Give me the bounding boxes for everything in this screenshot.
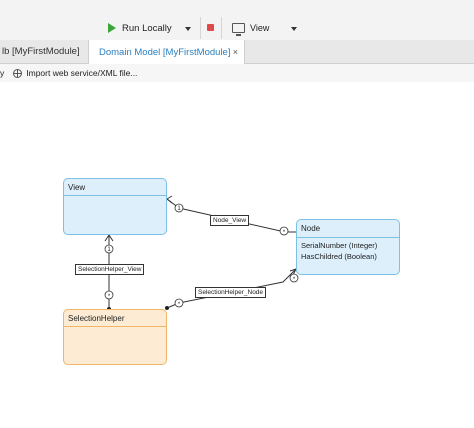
run-locally-label: Run Locally [122,22,172,34]
import-web-service-button[interactable]: Import web service/XML file... [26,68,137,78]
chevron-down-icon[interactable] [291,27,297,31]
entity-attribute[interactable]: SerialNumber (Integer) [301,241,377,250]
association-end-dot [165,306,169,310]
association-lines: 1 * 1 * * * [104,195,299,311]
truncated-toolbar-item[interactable]: y [0,68,4,78]
entity-name: View [68,183,86,192]
play-icon [108,23,116,33]
domain-model-toolbar: y Import web service/XML file... [0,64,474,82]
close-icon[interactable]: × [233,47,238,57]
association-label-selectionhelper-node[interactable]: SelectionHelper_Node [195,287,267,298]
tab-label: lb [MyFirstModule] [2,46,80,57]
entity-divider [297,237,399,238]
chevron-down-icon[interactable] [185,27,191,31]
association-label-node-view[interactable]: Node_View [210,215,250,226]
tab-label: Domain Model [MyFirstModule] [99,46,231,58]
stop-icon[interactable] [207,24,214,31]
entity-divider [64,326,166,327]
run-locally-button[interactable]: Run Locally [103,17,199,39]
domain-model-canvas[interactable]: 1 * 1 * * * View Node SerialNumber (Inte… [0,82,474,428]
tab-domain-model[interactable]: Domain Model [MyFirstModule] × [88,40,245,64]
entity-selection-helper[interactable]: SelectionHelper [63,309,167,365]
toolbar-divider [200,17,201,39]
tab-module[interactable]: lb [MyFirstModule] [0,40,88,63]
toolbar-divider [221,17,222,39]
view-button[interactable]: View [226,17,304,39]
monitor-icon [232,23,245,36]
entity-node[interactable]: Node SerialNumber (Integer) HasChildred … [296,219,400,275]
entity-view[interactable]: View [63,178,167,235]
globe-icon [13,68,23,78]
arrowhead-icon [166,195,173,204]
view-label: View [250,23,270,33]
document-tabs: lb [MyFirstModule] Domain Model [MyFirst… [0,40,474,64]
entity-name: SelectionHelper [68,314,125,323]
entity-divider [64,195,166,196]
entity-attribute[interactable]: HasChildred (Boolean) [301,252,377,261]
entity-name: Node [301,224,321,233]
toolbar: Run Locally View [0,0,474,40]
association-label-selectionhelper-view[interactable]: SelectionHelper_View [75,264,145,275]
